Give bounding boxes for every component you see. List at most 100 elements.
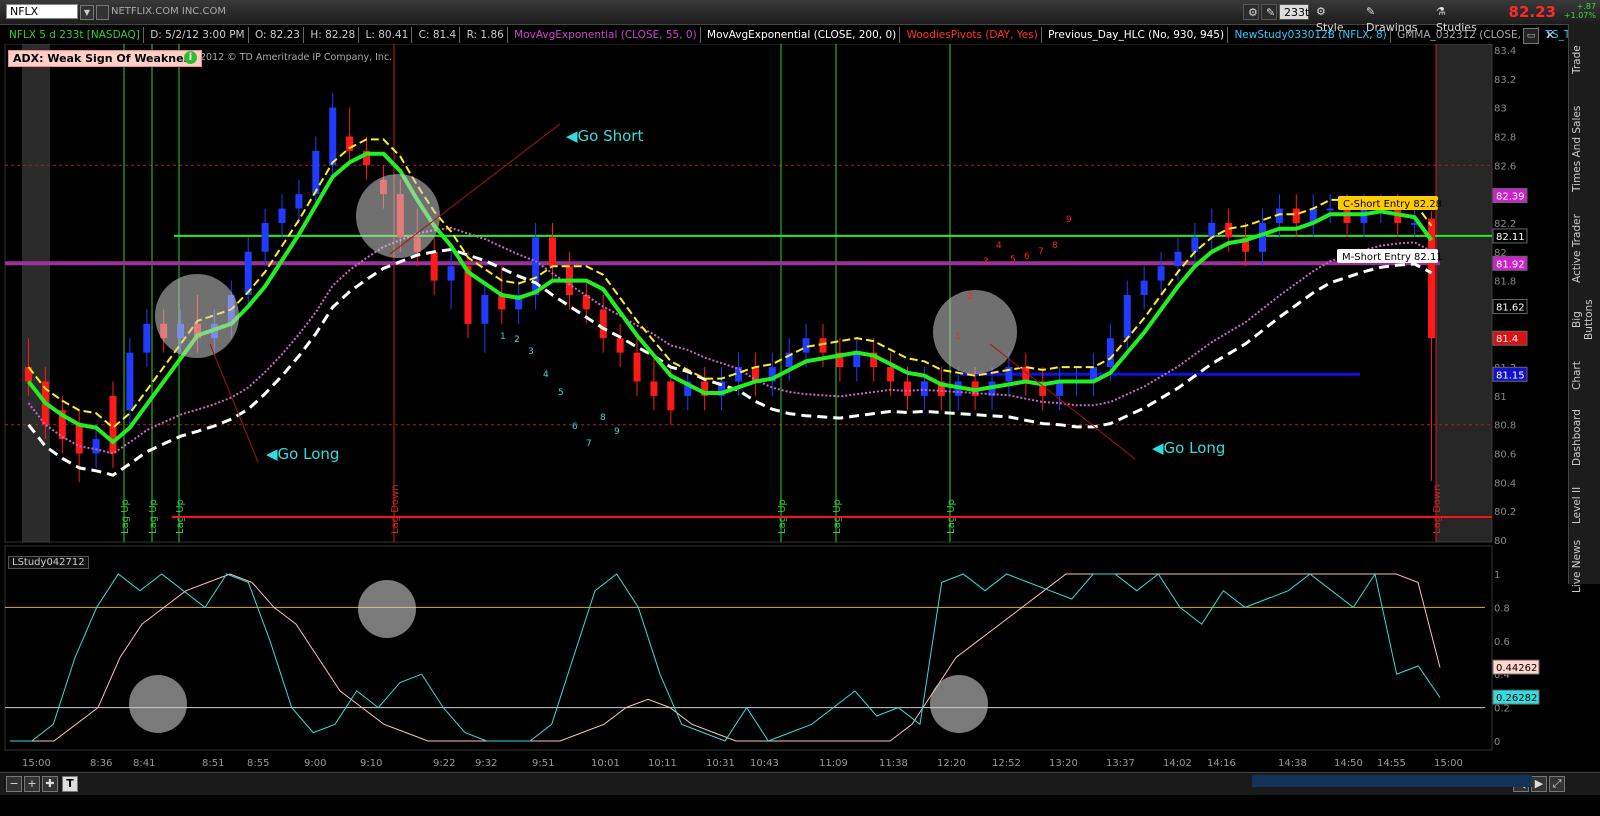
time-tick: 13:37 (1106, 758, 1135, 769)
candle-body (447, 266, 455, 281)
sidebar-tab-big-buttons[interactable]: Big Buttons (1571, 290, 1597, 350)
sidebar-tab-level-ii[interactable]: Level II (1571, 480, 1597, 530)
lower-label: 0.44262 (1492, 659, 1540, 675)
lower-tick: 0 (1494, 737, 1500, 748)
sidebar-tab-dashboard[interactable]: Dashboard (1571, 402, 1597, 474)
m-short-entry-text: M-Short Entry 82.11 (1342, 252, 1443, 263)
price-label-text: 82.11 (1496, 232, 1525, 243)
setup-count-green: 6 (572, 422, 578, 432)
study-prevday[interactable]: Previous_Day_HLC (No, 930, 945) (1045, 27, 1229, 43)
sidebar-tab-trade[interactable]: Trade (1571, 30, 1597, 90)
wrench-icon[interactable]: ✎ (1261, 4, 1277, 20)
lower-pane-frame (4, 545, 1493, 751)
candle-body (1208, 222, 1216, 238)
info-icon[interactable]: i (184, 51, 197, 64)
side-panel: Trade Times And Sales Active Trader Big But… (1568, 24, 1600, 593)
tick-setting[interactable]: 233t (1279, 4, 1309, 20)
candle-body (1106, 338, 1114, 368)
zoom-in-icon[interactable]: + (24, 776, 40, 792)
bar-date: D: 5/2/12 3:00 PM (147, 27, 249, 43)
time-tick: 14:02 (1163, 758, 1192, 769)
setup-count-red: 5 (1010, 255, 1016, 265)
setup-count-red: 6 (1024, 252, 1030, 262)
time-tick: 9:10 (360, 758, 382, 769)
price-tick: 81.8 (1494, 277, 1516, 288)
study-ema55[interactable]: MovAvgExponential (CLOSE, 55, 0) (511, 27, 701, 43)
candle-body (667, 381, 675, 411)
candle-body (1225, 222, 1233, 238)
price-label-text: 81.4 (1496, 334, 1518, 345)
study-ema200[interactable]: MovAvgExponential (CLOSE, 200, 0) (704, 27, 901, 43)
text-tool-icon[interactable]: T (62, 776, 78, 792)
candle-body (1326, 208, 1334, 211)
candle-body (278, 208, 286, 223)
crosshair-icon[interactable]: ✚ (42, 776, 58, 792)
price-tick: 83 (1494, 104, 1507, 115)
candle-body (802, 338, 810, 353)
setup-count-green: 3 (528, 347, 534, 357)
time-tick: 10:11 (648, 758, 677, 769)
zoom-out-icon[interactable]: − (6, 776, 22, 792)
marker-label: Lag Up (120, 499, 131, 534)
scroll-right-icon[interactable]: ▶ (1531, 776, 1547, 792)
time-tick: 15:00 (22, 758, 51, 769)
time-tick: 15:00 (1434, 758, 1463, 769)
style-menu[interactable]: ⚙ Style (1312, 4, 1358, 34)
candle-body (92, 439, 100, 454)
horizontal-scrollbar[interactable] (1252, 775, 1532, 787)
studies-menu[interactable]: ⚗ Studies (1432, 4, 1490, 34)
time-tick: 11:09 (819, 758, 848, 769)
c-short-entry-text: C-Short Entry 82.28 (1343, 199, 1442, 210)
go-long-label: ◀Go Long (266, 445, 339, 463)
highlight-circle (129, 675, 187, 733)
lower-label-text: 0.26282 (1496, 693, 1537, 704)
copyright-text: 2012 © TD Ameritrade IP Company, Inc. (200, 52, 393, 63)
time-tick: 9:51 (532, 758, 554, 769)
sidebar-tab-active-trader[interactable]: Active Trader (1571, 214, 1597, 284)
marker-label: Lag Down (390, 484, 401, 534)
expand-icon[interactable]: ⤢ (1549, 776, 1565, 792)
change-value: +.87 (1576, 2, 1596, 11)
sidebar-tab-chart[interactable]: Chart (1571, 356, 1597, 396)
lower-tick: 0.2 (1494, 704, 1510, 715)
adx-status-badge: ADX: Weak Sign Of Weakness (8, 50, 202, 67)
price-tick: 82.6 (1494, 161, 1516, 172)
bar-low: L: 80.41 (363, 27, 413, 43)
lower-label: 0.26282 (1492, 689, 1540, 705)
lower-pane: 10.80.60.40.200.442620.26282 (4, 545, 1540, 751)
pane-menu-icon[interactable]: ▭ (1523, 28, 1539, 44)
drawings-menu[interactable]: ✎ Drawings (1362, 4, 1428, 34)
price-label: 81.15 (1492, 366, 1528, 382)
candle-body (1191, 237, 1199, 252)
price-tick: 82.2 (1494, 219, 1516, 230)
go-long-label: ◀Go Long (1152, 439, 1225, 457)
time-tick: 8:36 (90, 758, 112, 769)
symbol-input[interactable] (6, 4, 78, 19)
highlight-circle (358, 580, 416, 638)
study-newstudy[interactable]: NewStudy033012B (NFLX, 8) (1231, 27, 1391, 43)
chart-info[interactable]: NFLX 5 d 233t [NASDAQ] (6, 27, 144, 43)
time-tick: 12:52 (992, 758, 1021, 769)
setup-count-red: 7 (1038, 247, 1044, 257)
sidebar-tab-live-news[interactable]: Live News (1571, 536, 1597, 596)
highlight-circle (930, 675, 988, 733)
top-toolbar (0, 0, 1600, 25)
setup-count-green: 4 (543, 370, 549, 380)
candle-body (481, 295, 489, 324)
setup-count-green: 1 (500, 332, 506, 342)
study-woodies[interactable]: WoodiesPivots (DAY, Yes) (904, 27, 1042, 43)
price-tick: 83.2 (1494, 75, 1516, 86)
settings-icon[interactable]: ⚙ (1243, 4, 1259, 20)
candle-body (329, 107, 337, 166)
time-tick: 14:50 (1334, 758, 1363, 769)
symbol-dropdown-icon[interactable]: ▼ (80, 5, 94, 20)
lower-study-title[interactable]: LStudy042712 (8, 556, 89, 569)
price-label: 82.39 (1492, 188, 1528, 204)
sidebar-tab-times-and-sales[interactable]: Times And Sales (1571, 94, 1597, 204)
style-icon: ⚙ (1316, 5, 1326, 18)
close-pane-icon[interactable]: ✕ (1545, 28, 1555, 42)
price-chart[interactable]: Lag UpLag UpLag UpLag DownLag UpLag UpLa… (0, 44, 1568, 772)
candle-body (261, 222, 269, 252)
symbol-link-icon[interactable] (96, 5, 109, 20)
study-gmma[interactable]: GMMA_032312 (CLOSE, 0) (1394, 27, 1540, 43)
